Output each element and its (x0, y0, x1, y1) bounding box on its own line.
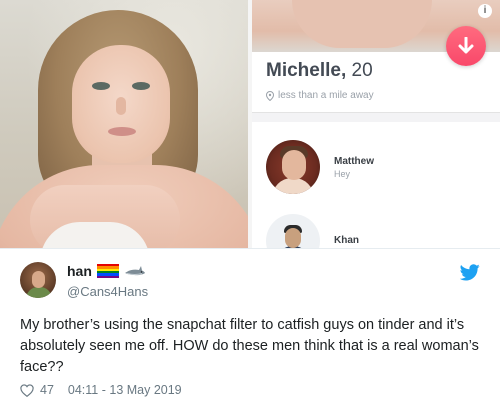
avatar (266, 214, 320, 248)
distance-label: less than a mile away (278, 90, 374, 101)
avatar[interactable] (20, 262, 56, 298)
match-list-item[interactable]: Matthew Hey (266, 140, 374, 194)
tinder-profile-panel: i Michelle, 20 less than a mile away Mat… (248, 0, 500, 248)
tweet-author: han @Cans4Hans (67, 263, 148, 299)
match-message: Hey (334, 168, 351, 179)
dismiss-button[interactable] (446, 26, 486, 66)
match-name: Khan (334, 234, 359, 246)
info-icon[interactable]: i (478, 4, 492, 18)
location-pin-icon (266, 90, 274, 101)
like-count: 47 (40, 383, 54, 397)
profile-name: Michelle, (266, 60, 347, 81)
twitter-bird-icon[interactable] (460, 264, 480, 281)
tweet-footer: 47 04:11 - 13 May 2019 (20, 383, 182, 397)
image-collage: i Michelle, 20 less than a mile away Mat… (0, 0, 500, 248)
tweet-timestamp[interactable]: 04:11 - 13 May 2019 (68, 383, 182, 397)
match-name: Matthew (334, 155, 374, 167)
tweet-card: han @Cans4Hans My brother’s using the sn… (0, 248, 500, 401)
match-list-item[interactable]: Khan (266, 214, 359, 248)
arrow-down-icon (458, 37, 474, 54)
author-display-name[interactable]: han (67, 263, 146, 279)
tweet-text: My brother’s using the snapchat filter t… (20, 317, 479, 375)
profile-age: 20 (351, 60, 373, 81)
rainbow-flag-icon (96, 264, 119, 278)
author-handle[interactable]: @Cans4Hans (67, 284, 148, 299)
profile-distance: less than a mile away (266, 90, 374, 101)
heart-icon[interactable] (20, 383, 34, 397)
profile-name-row: Michelle, 20 (266, 60, 373, 82)
section-divider (252, 112, 500, 122)
display-name-text: han (67, 263, 92, 279)
shark-icon (124, 266, 145, 276)
avatar (266, 140, 320, 194)
profile-selfie-photo (0, 0, 248, 248)
